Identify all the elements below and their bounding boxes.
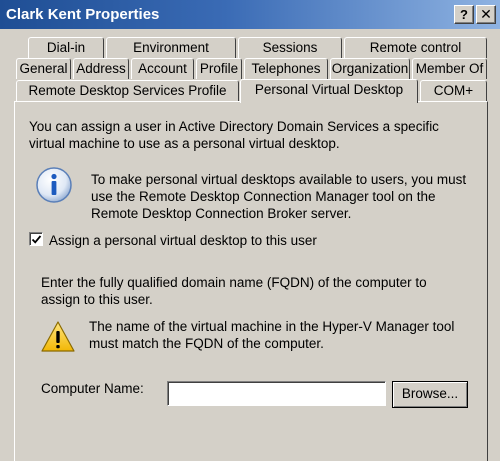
window-title: Clark Kent Properties — [6, 6, 160, 23]
warning-text: The name of the virtual machine in the H… — [89, 319, 455, 351]
title-bar[interactable]: Clark Kent Properties ? ✕ — [0, 0, 500, 29]
tab-remote-desktop-services-profile[interactable]: Remote Desktop Services Profile — [16, 80, 239, 101]
info-icon — [36, 167, 72, 203]
tab-general[interactable]: General — [16, 58, 71, 79]
tab-sessions[interactable]: Sessions — [238, 37, 342, 58]
assign-pvd-checkbox[interactable] — [29, 232, 43, 246]
tab-dial-in[interactable]: Dial-in — [28, 37, 104, 58]
tab-address[interactable]: Address — [73, 58, 129, 79]
assign-pvd-checkbox-label[interactable]: Assign a personal virtual desktop to thi… — [49, 232, 317, 249]
tab-telephones[interactable]: Telephones — [244, 58, 328, 79]
tab-account[interactable]: Account — [131, 58, 194, 79]
tab-com-plus[interactable]: COM+ — [420, 80, 487, 101]
tab-profile[interactable]: Profile — [196, 58, 242, 79]
info-text: To make personal virtual desktops availa… — [91, 172, 467, 221]
properties-dialog: Clark Kent Properties ? ✕ Dial-in Enviro… — [0, 0, 500, 461]
tab-remote-control[interactable]: Remote control — [344, 37, 487, 58]
browse-button[interactable]: Browse... — [392, 381, 468, 408]
checkmark-icon — [31, 235, 42, 244]
fqdn-instructions: Enter the fully qualified domain name (F… — [41, 275, 427, 307]
tab-personal-virtual-desktop[interactable]: Personal Virtual Desktop — [240, 79, 418, 103]
computer-name-input[interactable] — [167, 381, 386, 406]
computer-name-label: Computer Name: — [41, 381, 144, 396]
tab-environment[interactable]: Environment — [106, 37, 236, 58]
help-button[interactable]: ? — [454, 5, 474, 24]
warning-icon — [41, 321, 75, 352]
tab-member-of[interactable]: Member Of — [412, 58, 487, 79]
close-button[interactable]: ✕ — [476, 5, 496, 24]
tab-organization[interactable]: Organization — [330, 58, 410, 79]
intro-text: You can assign a user in Active Director… — [29, 119, 439, 151]
tab-panel-personal-virtual-desktop: You can assign a user in Active Director… — [14, 101, 488, 461]
